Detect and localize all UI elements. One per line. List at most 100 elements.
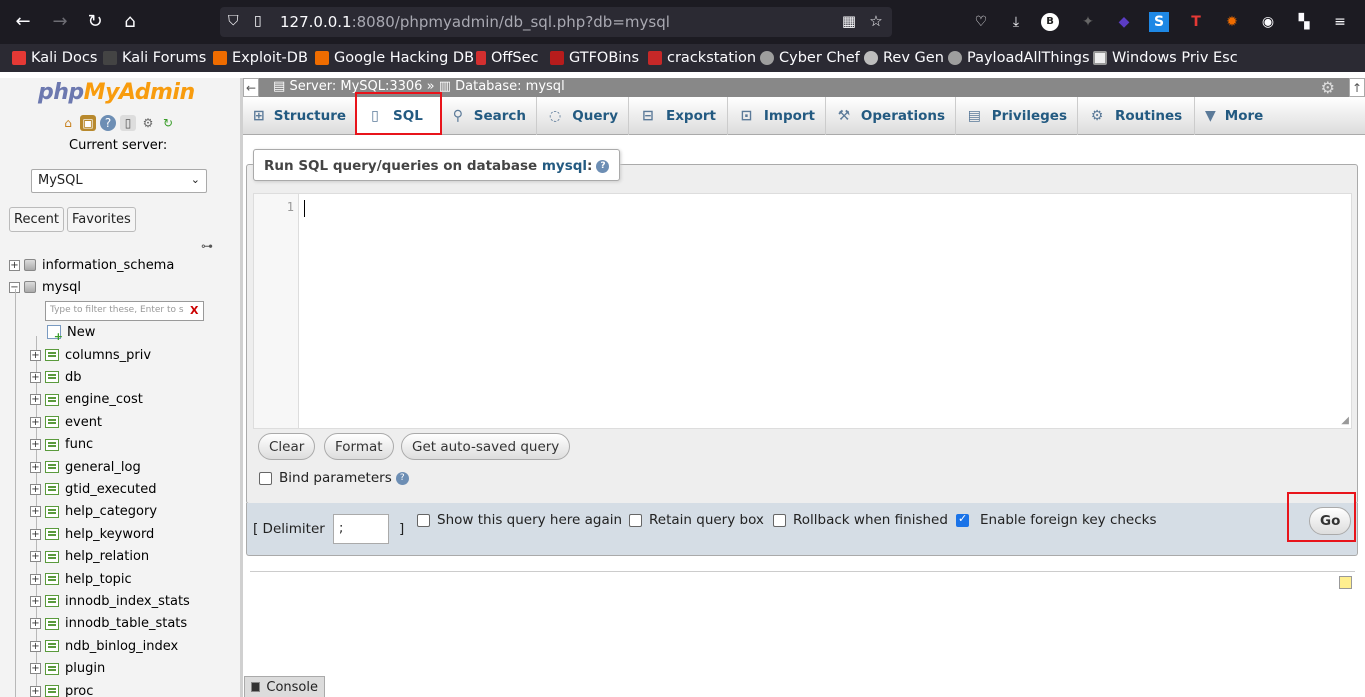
expand-plus-icon[interactable]: + (30, 349, 41, 361)
logout-icon[interactable]: ▣ (80, 115, 96, 131)
get-autosaved-query-button[interactable]: Get auto-saved query (401, 433, 571, 460)
tree-table-row[interactable]: + plugin (30, 659, 105, 679)
tree-db-mysql[interactable]: − mysql (9, 277, 81, 297)
clear-button[interactable]: Clear (258, 433, 316, 460)
favorites-button[interactable]: Favorites (67, 207, 136, 232)
tab-privileges[interactable]: ▤ Privileges (956, 97, 1078, 135)
help-icon[interactable]: ? (100, 115, 116, 131)
tree-table-row[interactable]: + db (30, 367, 82, 387)
extension-puzzle-icon[interactable]: ✦ (1077, 11, 1099, 33)
tab-more[interactable]: ▼ More (1195, 97, 1271, 135)
expand-plus-icon[interactable]: + (30, 595, 41, 607)
bookmark-google-hacking-db[interactable]: Google Hacking DB (315, 49, 474, 67)
reload-icon[interactable]: ↻ (83, 10, 107, 34)
extensions-icon[interactable]: ▚ (1293, 11, 1315, 33)
extension-fox-icon[interactable]: ✹ (1221, 11, 1243, 33)
tree-table-row[interactable]: + ndb_binlog_index (30, 636, 178, 656)
bookmark-kali-forums[interactable]: Kali Forums (103, 49, 206, 67)
tree-table-row[interactable]: + innodb_table_stats (30, 614, 187, 634)
tree-table-row[interactable]: + proc (30, 681, 93, 697)
resize-grip-icon[interactable]: ◢ (1341, 415, 1349, 426)
expand-plus-icon[interactable]: + (30, 663, 41, 675)
tab-import[interactable]: ⊡ Import (728, 97, 826, 135)
help-icon[interactable]: ? (596, 159, 610, 173)
extension-diamond-icon[interactable]: ◆ (1113, 11, 1135, 33)
bookmark-offsec[interactable]: OffSec (476, 49, 539, 67)
star-icon[interactable]: ☆ (865, 12, 887, 32)
expand-plus-icon[interactable]: + (30, 551, 41, 563)
link-chain-icon[interactable]: ⊶ (201, 239, 213, 253)
show-query-option[interactable]: Show this query here again (417, 512, 622, 528)
tree-table-row[interactable]: + gtid_executed (30, 479, 157, 499)
help-icon[interactable]: ? (395, 471, 409, 485)
tree-table-row[interactable]: + func (30, 435, 93, 455)
extension-b-icon[interactable]: B (1041, 13, 1059, 31)
expand-plus-icon[interactable]: + (30, 394, 41, 406)
download-icon[interactable]: ⤓ (1005, 11, 1027, 33)
clear-filter-icon[interactable]: X (190, 304, 198, 317)
collapse-sidebar-arrow-icon[interactable]: ← (243, 78, 259, 97)
tree-table-row[interactable]: + help_topic (30, 569, 132, 589)
reader-grid-icon[interactable]: ▦ (838, 12, 860, 32)
bookmark-payloadallthings[interactable]: PayloadAllThings (948, 49, 1090, 67)
sql-query-editor[interactable]: 1 ◢ (253, 193, 1352, 429)
home-icon[interactable]: ⌂ (118, 10, 142, 34)
url-bar[interactable]: ⛉ ▯ 127.0.0.1:8080/phpmyadmin/db_sql.php… (220, 7, 892, 37)
url-text[interactable]: 127.0.0.1:8080/phpmyadmin/db_sql.php?db=… (280, 13, 670, 31)
docs-icon[interactable]: ▯ (120, 115, 136, 131)
bookmark-kali-docs[interactable]: Kali Docs (12, 49, 97, 67)
bookmark-gtfobins[interactable]: GTFOBins (550, 49, 639, 67)
tree-table-row[interactable]: + engine_cost (30, 390, 143, 410)
extension-t-icon[interactable]: T (1185, 11, 1207, 33)
expand-plus-icon[interactable]: + (30, 461, 41, 473)
expand-plus-icon[interactable]: + (30, 483, 41, 495)
bind-parameters-option[interactable]: Bind parameters? (259, 470, 409, 486)
rollback-checkbox[interactable] (773, 513, 786, 527)
bookmark-windows-priv-esc[interactable]: Windows Priv Esc (1093, 49, 1238, 67)
scroll-top-arrow-icon[interactable]: ↑ (1349, 78, 1365, 97)
retain-query-box-checkbox[interactable] (629, 513, 642, 527)
delimiter-input[interactable]: ; (333, 514, 389, 544)
bind-parameters-checkbox[interactable] (259, 471, 272, 485)
tab-query[interactable]: ◌ Query (537, 97, 629, 135)
expand-plus-icon[interactable]: + (30, 371, 41, 383)
breadcrumb-database[interactable]: Database: mysql (455, 79, 565, 94)
expand-plus-icon[interactable]: + (30, 416, 41, 428)
tree-table-row[interactable]: + help_keyword (30, 524, 154, 544)
tab-search[interactable]: ⚲ Search (441, 97, 537, 135)
expand-plus-icon[interactable]: + (30, 618, 41, 630)
page-icon[interactable]: ▯ (254, 13, 270, 31)
expand-plus-icon[interactable]: + (9, 259, 20, 271)
shield-icon[interactable]: ⛉ (228, 13, 244, 31)
tree-new-table[interactable]: New (47, 322, 95, 343)
retain-query-box-option[interactable]: Retain query box (629, 512, 764, 528)
tree-table-row[interactable]: + innodb_index_stats (30, 591, 190, 611)
expand-plus-icon[interactable]: + (30, 506, 41, 518)
server-select[interactable]: MySQL ⌄ (31, 169, 207, 193)
foreign-key-checks-option[interactable]: Enable foreign key checks (956, 512, 1157, 528)
bookmark-exploit-db[interactable]: Exploit-DB (213, 49, 308, 67)
settings-gear-icon[interactable]: ⚙ (1321, 78, 1335, 97)
bookmark-rev-gen[interactable]: Rev Gen (864, 49, 944, 67)
settings-gear-icon[interactable]: ⚙ (140, 115, 156, 131)
reload-icon[interactable]: ↻ (160, 115, 176, 131)
expand-plus-icon[interactable]: + (30, 640, 41, 652)
rollback-option[interactable]: Rollback when finished (773, 512, 948, 528)
expand-plus-icon[interactable]: + (30, 573, 41, 585)
extension-cookie-icon[interactable]: ◉ (1257, 11, 1279, 33)
bookmark-cyber-chef[interactable]: Cyber Chef (760, 49, 860, 67)
tree-table-row[interactable]: + general_log (30, 457, 141, 477)
expand-plus-icon[interactable]: + (30, 439, 41, 451)
bookmark-note-icon[interactable] (1339, 576, 1352, 589)
pocket-icon[interactable]: ♡ (970, 11, 992, 33)
foreign-key-checks-checkbox[interactable] (956, 512, 969, 527)
tree-table-row[interactable]: + help_relation (30, 547, 149, 567)
hamburger-menu-icon[interactable]: ≡ (1329, 11, 1351, 33)
expand-plus-icon[interactable]: + (30, 685, 41, 697)
console-toggle[interactable]: Console (244, 676, 325, 697)
bookmark-crackstation[interactable]: crackstation (648, 49, 756, 67)
back-arrow-icon[interactable]: ← (11, 10, 35, 34)
tab-routines[interactable]: ⚙ Routines (1078, 97, 1195, 135)
show-query-checkbox[interactable] (417, 513, 430, 527)
tree-table-row[interactable]: + columns_priv (30, 345, 151, 365)
